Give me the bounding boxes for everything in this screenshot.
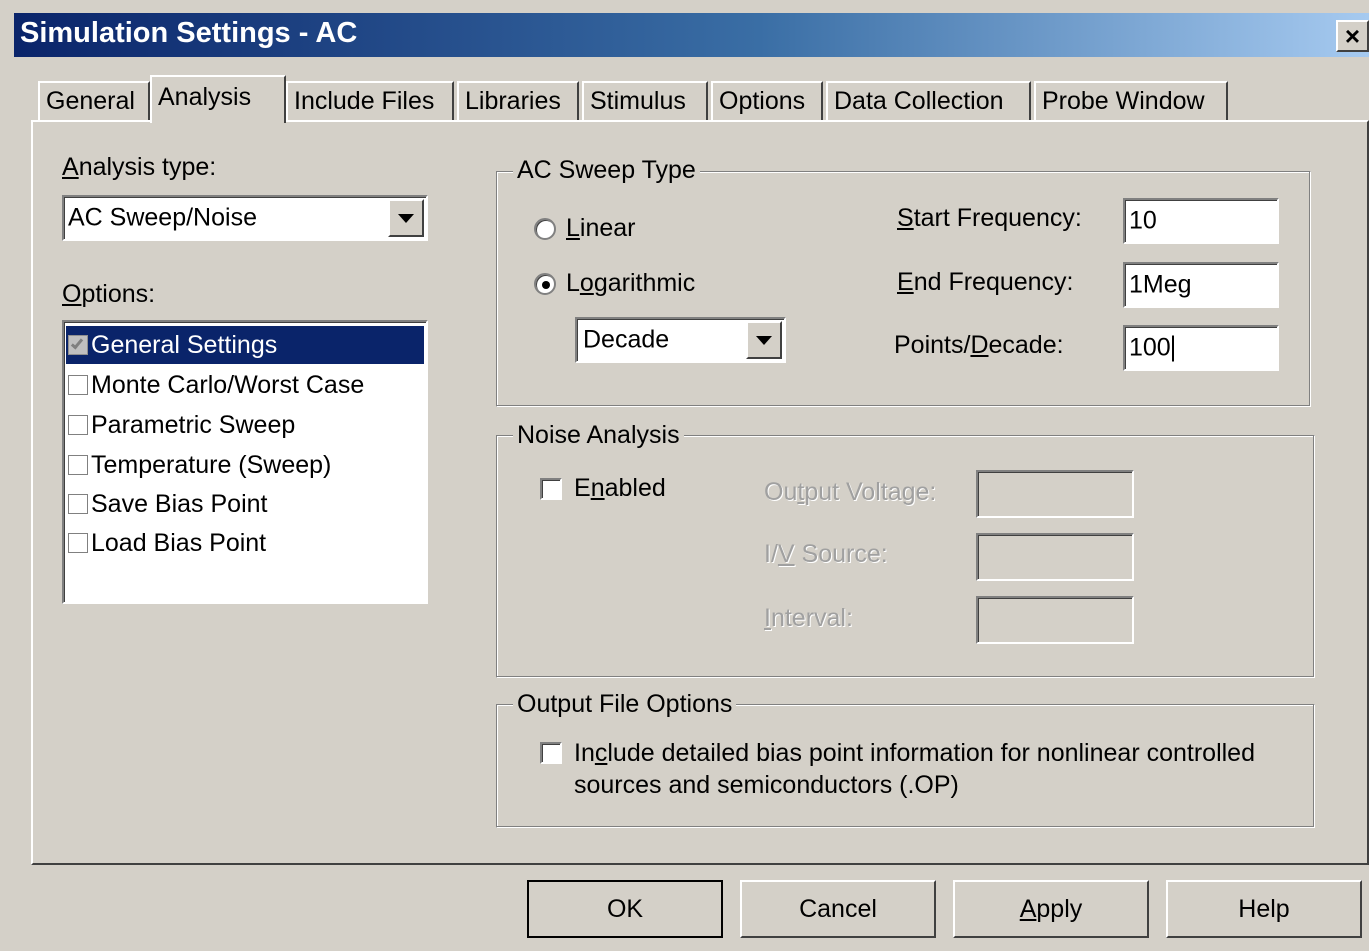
tab-label: Probe Window [1042,87,1205,115]
linear-label[interactable]: Linear [566,214,636,243]
close-icon: × [1344,21,1361,51]
tab-label: Data Collection [834,87,1004,115]
tab-options[interactable]: Options [711,81,823,122]
tab-probe-window[interactable]: Probe Window [1034,81,1228,122]
detailed-bias-checkbox[interactable] [540,742,562,764]
noise-analysis-group [496,435,1315,678]
option-parametric-sweep[interactable]: Parametric Sweep [66,406,424,444]
interval-input[interactable] [976,596,1134,644]
points-per-decade-label: Points/Decade: [894,331,1064,359]
detailed-bias-label-line1[interactable]: Include detailed bias point information … [574,739,1255,768]
button-label: OK [606,894,644,923]
points-per-decade-value: 100 [1129,334,1174,363]
sweep-unit-select[interactable]: Decade [575,317,786,363]
output-voltage-input[interactable] [976,470,1134,518]
ok-button[interactable]: OK [527,880,723,938]
noise-enabled-checkbox[interactable] [540,478,562,500]
tab-general[interactable]: General [38,81,150,122]
start-frequency-value: 10 [1129,206,1157,235]
text-caret [1171,335,1174,362]
help-button[interactable]: Help [1166,880,1362,938]
start-frequency-label: Start Frequency: [897,204,1082,232]
option-label: Save Bias Point [91,489,268,518]
logarithmic-label[interactable]: Logarithmic [566,269,695,298]
chevron-down-icon[interactable] [746,321,782,359]
button-label: Help [1238,894,1290,923]
tab-libraries[interactable]: Libraries [457,81,579,122]
tab-include-files[interactable]: Include Files [286,81,454,122]
output-file-options-legend: Output File Options [513,690,737,719]
option-load-bias-point[interactable]: Load Bias Point [66,524,424,562]
apply-button[interactable]: Apply [953,880,1149,938]
noise-analysis-legend: Noise Analysis [513,421,684,450]
interval-label: Interval: [764,604,853,632]
checkbox-icon[interactable] [68,415,88,435]
linear-radio[interactable] [534,218,556,240]
option-general-settings[interactable]: General Settings [66,326,424,364]
end-frequency-value: 1Meg [1129,270,1192,299]
options-list[interactable]: General Settings Monte Carlo/Worst Case … [62,320,428,604]
options-label: Options: [62,280,156,308]
option-monte-carlo[interactable]: Monte Carlo/Worst Case [66,366,424,404]
radio-selected-dot [542,281,550,289]
noise-enabled-label[interactable]: Enabled [574,474,666,503]
end-frequency-label: End Frequency: [897,268,1074,296]
iv-source-input[interactable] [976,533,1134,581]
checkbox-icon[interactable] [68,375,88,395]
window-title: Simulation Settings - AC [20,17,358,49]
tab-stimulus[interactable]: Stimulus [582,81,708,122]
tab-data-collection[interactable]: Data Collection [826,81,1031,122]
tab-label: Stimulus [590,87,686,115]
output-voltage-label: Output Voltage: [764,478,937,506]
cancel-button[interactable]: Cancel [740,880,936,938]
end-frequency-input[interactable]: 1Meg [1123,262,1279,308]
checkbox-icon[interactable] [68,494,88,514]
logarithmic-radio[interactable] [534,273,556,295]
option-save-bias-point[interactable]: Save Bias Point [66,485,424,523]
tab-label: General [46,87,135,115]
button-label: Apply [1019,894,1083,923]
tab-label: Analysis [158,83,252,111]
ac-sweep-type-legend: AC Sweep Type [513,156,700,185]
analysis-type-label: Analysis type: [62,153,217,181]
option-label: Monte Carlo/Worst Case [91,370,365,399]
tab-label: Include Files [294,87,435,115]
checkbox-icon[interactable] [68,533,88,553]
close-button[interactable]: × [1336,20,1369,52]
detailed-bias-label-line2[interactable]: sources and semiconductors (.OP) [574,771,959,800]
option-temperature[interactable]: Temperature (Sweep) [66,446,424,484]
tab-label: Libraries [465,87,561,115]
option-label: Temperature (Sweep) [91,450,332,479]
button-label: Cancel [799,894,877,923]
tab-label: Options [719,87,806,115]
start-frequency-input[interactable]: 10 [1123,198,1279,244]
chevron-down-icon[interactable] [388,199,424,237]
option-label: Parametric Sweep [91,410,296,439]
option-label: General Settings [91,330,278,359]
sweep-unit-value: Decade [583,325,670,354]
checkbox-icon[interactable] [68,335,88,355]
checkbox-icon[interactable] [68,455,88,475]
option-label: Load Bias Point [91,528,267,557]
title-bar: Simulation Settings - AC [14,13,1369,57]
iv-source-label: I/V Source: [764,540,888,568]
analysis-type-value: AC Sweep/Noise [68,203,257,232]
tab-analysis[interactable]: Analysis [150,75,286,123]
analysis-type-select[interactable]: AC Sweep/Noise [62,195,428,241]
points-per-decade-input[interactable]: 100 [1123,325,1279,371]
